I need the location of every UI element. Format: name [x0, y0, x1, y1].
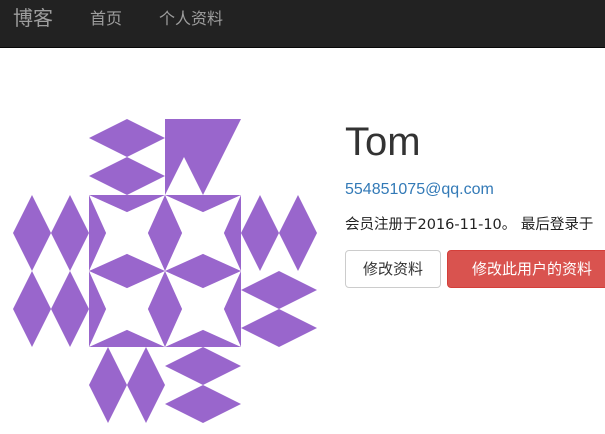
profile-email-link[interactable]: 554851075@qq.com	[345, 180, 494, 200]
nav-profile-link[interactable]: 个人资料	[159, 9, 223, 29]
navbar: 博客 首页 个人资料	[0, 0, 605, 48]
nav-home-link[interactable]: 首页	[90, 9, 122, 29]
brand-link[interactable]: 博客	[13, 6, 53, 30]
identicon-avatar	[13, 119, 317, 423]
edit-user-profile-button[interactable]: 修改此用户的资料	[447, 250, 605, 288]
profile-username: Tom	[345, 120, 421, 164]
member-info-text: 会员注册于2016-11-10。 最后登录于	[345, 217, 594, 233]
edit-profile-button[interactable]: 修改资料	[345, 250, 441, 288]
